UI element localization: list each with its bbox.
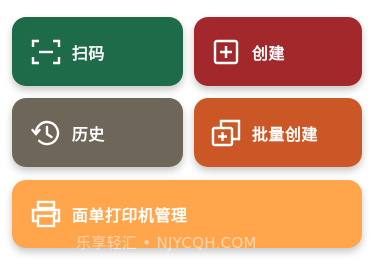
- batch-add-icon: [210, 117, 242, 149]
- history-button[interactable]: 历史: [12, 98, 183, 167]
- home-menu-grid: 扫码 创建 历史 批量创建 面单打印机管理 乐享轻汇 • NJYCQH.COM: [0, 0, 374, 264]
- watermark-text: 乐享轻汇 • NJYCQH.COM: [76, 234, 257, 252]
- batch-create-label: 批量创建: [252, 124, 319, 144]
- scan-icon: [30, 36, 62, 68]
- create-label: 创建: [252, 43, 286, 63]
- history-icon: [30, 117, 62, 149]
- scan-button[interactable]: 扫码: [12, 17, 183, 86]
- batch-create-button[interactable]: 批量创建: [194, 98, 362, 167]
- history-label: 历史: [72, 124, 106, 144]
- printer-icon: [30, 198, 62, 230]
- add-box-icon: [210, 36, 242, 68]
- scan-label: 扫码: [72, 43, 106, 63]
- printer-management-label: 面单打印机管理: [72, 206, 188, 225]
- create-button[interactable]: 创建: [194, 17, 362, 86]
